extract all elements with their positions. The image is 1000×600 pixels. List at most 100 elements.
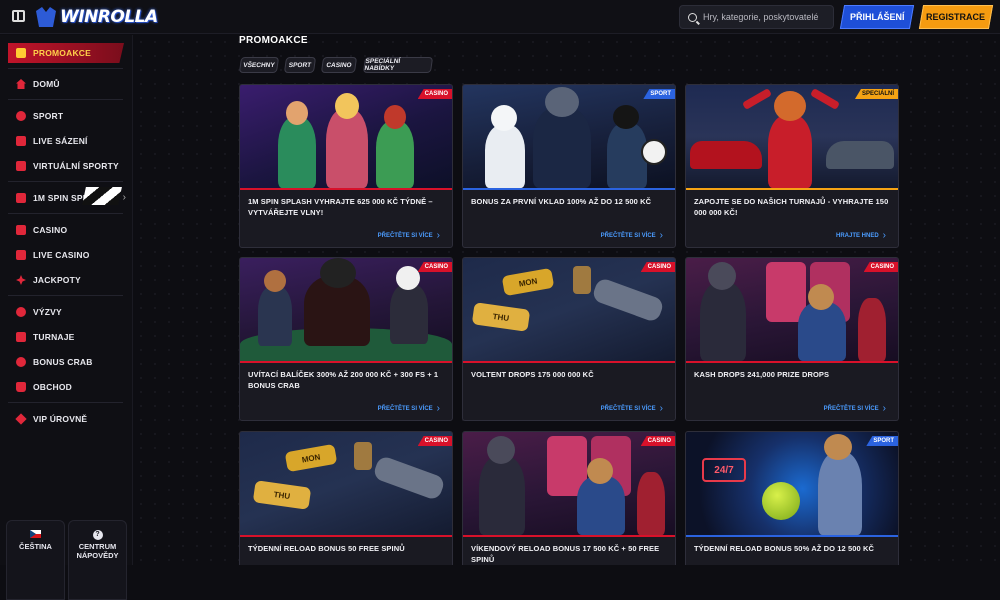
sidebar-item-bonus-crab[interactable]: BONUS CRAB [8, 352, 124, 372]
chevron-right-icon: › [436, 403, 440, 414]
chevron-right-icon: › [882, 403, 886, 414]
chevron-right-icon: › [659, 230, 663, 241]
language-selector[interactable]: ČEŠTINA [6, 520, 65, 600]
divider [8, 181, 123, 182]
sidebar-item-jackpoty[interactable]: JACKPOTY [8, 270, 124, 290]
category-badge: CASINO [640, 262, 675, 272]
category-badge: CASINO [417, 436, 452, 446]
promo-card-welcome-package[interactable]: CASINO UVÍTACÍ BALÍČEK 300% AŽ 200 000 K… [239, 257, 453, 421]
checkered-flag-icon [82, 187, 122, 205]
promo-card-voltent-drops[interactable]: MON THU CASINO VOLTENT DROPS 175 000 000… [462, 257, 676, 421]
promo-card-first-deposit[interactable]: SPORT BONUS ZA PRVNÍ VKLAD 100% AŽ DO 12… [462, 84, 676, 248]
bag-icon [16, 382, 26, 392]
sidebar-item-live-sazeni[interactable]: LIVE SÁZENÍ [8, 131, 124, 151]
sidebar-item-promoakce[interactable]: PROMOAKCE [8, 43, 124, 63]
search-input[interactable] [703, 12, 833, 22]
search-box[interactable] [679, 5, 834, 29]
live-icon [16, 136, 26, 146]
read-more-link[interactable]: PŘEČTĚTE SI VÍCE › [601, 230, 663, 241]
promo-image-tennis: 24/7 [686, 432, 898, 535]
accent-bar [463, 535, 675, 537]
read-more-link[interactable]: PŘEČTĚTE SI VÍCE › [378, 230, 440, 241]
accent-bar [240, 535, 452, 537]
accent-bar [463, 361, 675, 363]
divider [8, 68, 123, 69]
promo-image-mermaids [240, 85, 452, 188]
mon-bar: MON [501, 267, 555, 297]
top-bar: WINROLLA PŘIHLÁŠENÍ REGISTRACE [0, 0, 1000, 34]
logo[interactable]: WINROLLA [36, 4, 158, 30]
sidebar-item-vyzvy[interactable]: VÝZVY [8, 302, 124, 322]
card-title: UVÍTACÍ BALÍČEK 300% AŽ 200 000 KČ + 300… [248, 370, 439, 390]
category-badge: CASINO [417, 89, 452, 99]
divider [8, 402, 123, 403]
card-title: BONUS ZA PRVNÍ VKLAD 100% AŽ DO 12 500 K… [471, 197, 652, 206]
thu-bar: THU [252, 480, 312, 510]
play-now-link[interactable]: HRAJTE HNED › [836, 230, 886, 241]
accent-bar [240, 188, 452, 190]
read-more-link[interactable]: PŘEČTĚTE SI VÍCE › [601, 403, 663, 414]
sidebar-item-casino[interactable]: CASINO [8, 220, 124, 240]
sidebar-toggle-icon[interactable] [12, 10, 25, 22]
slot-icon [16, 225, 26, 235]
promo-card-spin-splash[interactable]: CASINO 1M SPIN SPLASH VYHRAJTE 625 000 K… [239, 84, 453, 248]
divider [8, 99, 123, 100]
home-icon [16, 79, 26, 89]
accent-bar [686, 188, 898, 190]
read-more-link[interactable]: PŘEČTĚTE SI VÍCE › [378, 403, 440, 414]
sidebar-item-domu[interactable]: DOMŮ [8, 74, 124, 94]
search-icon [688, 12, 697, 22]
card-title: 1M SPIN SPLASH VYHRAJTE 625 000 KČ TÝDNĚ… [248, 197, 433, 217]
chevron-right-icon: › [659, 403, 663, 414]
accent-bar [463, 188, 675, 190]
promo-image-slot-machines [463, 432, 675, 535]
sidebar-item-obchod[interactable]: OBCHOD [8, 377, 124, 397]
wolf-logo-icon [36, 7, 56, 27]
sidebar-item-live-casino[interactable]: LIVE CASINO [8, 245, 124, 265]
chevron-right-icon: › [436, 230, 440, 241]
trophy-icon [16, 307, 26, 317]
diamond-icon [15, 413, 27, 425]
czech-flag-icon [30, 530, 41, 538]
promo-image-wolf-team [463, 85, 675, 188]
sidebar-item-vip[interactable]: VIP ÚROVNĚ [8, 409, 124, 429]
filter-sport[interactable]: SPORT [283, 57, 317, 73]
divider [8, 213, 123, 214]
sidebar-item-sport[interactable]: SPORT [8, 106, 124, 126]
page-title: PROMOAKCE [239, 35, 308, 46]
calendar-icon [16, 193, 26, 203]
filter-casino[interactable]: CASINO [320, 57, 358, 73]
mon-bar: MON [284, 443, 338, 473]
register-button[interactable]: REGISTRACE [918, 5, 994, 29]
read-more-link[interactable]: PŘEČTĚTE SI VÍCE › [824, 403, 886, 414]
card-title: TÝDENNÍ RELOAD BONUS 50% AŽ DO 12 500 KČ [694, 544, 875, 553]
cards-icon [16, 250, 26, 260]
promo-image-fox-cars [686, 85, 898, 188]
help-center-button[interactable]: ? CENTRUM NÁPOVĚDY [68, 520, 127, 600]
sidebar-item-turnaje[interactable]: TURNAJE [8, 327, 124, 347]
chevron-right-icon: › [122, 192, 126, 203]
sidebar: PROMOAKCE DOMŮ SPORT LIVE SÁZENÍ VIRTUÁL… [0, 35, 133, 600]
promo-card-weekly-reload-spins[interactable]: MON THU CASINO TÝDENNÍ RELOAD BONUS 50 F… [239, 431, 453, 565]
help-icon: ? [92, 530, 103, 540]
promo-image-slot-machines [686, 258, 898, 361]
logo-text: WINROLLA [60, 7, 158, 27]
promo-card-weekend-reload[interactable]: CASINO VÍKENDOVÝ RELOAD BONUS 17 500 KČ … [462, 431, 676, 565]
card-title: KASH DROPS 241,000 PRIZE DROPS [694, 370, 830, 379]
category-badge: CASINO [640, 436, 675, 446]
sidebar-item-virtualni-sporty[interactable]: VIRTUÁLNÍ SPORTY [8, 156, 124, 176]
category-badge: CASINO [863, 262, 898, 272]
login-button[interactable]: PŘIHLÁŠENÍ [839, 5, 915, 29]
category-badge: CASINO [417, 262, 452, 272]
promo-card-weekly-reload-sport[interactable]: 24/7 SPORT TÝDENNÍ RELOAD BONUS 50% AŽ D… [685, 431, 899, 565]
promo-image-gold-bars: MON THU [463, 258, 675, 361]
filter-special-offers[interactable]: SPECIÁLNÍ NABÍDKY [362, 57, 434, 73]
promo-image-poker-table [240, 258, 452, 361]
accent-bar [686, 535, 898, 537]
promo-card-kash-drops[interactable]: CASINO KASH DROPS 241,000 PRIZE DROPS PŘ… [685, 257, 899, 421]
promo-card-tournaments[interactable]: SPECIÁLNÍ ZAPOJTE SE DO NAŠICH TURNAJŮ -… [685, 84, 899, 248]
crab-icon [16, 357, 26, 367]
gift-icon [16, 48, 26, 58]
filter-all[interactable]: VŠECHNY [238, 57, 280, 73]
main-content: PROMOAKCE VŠECHNY SPORT CASINO SPECIÁLNÍ… [134, 35, 1000, 565]
